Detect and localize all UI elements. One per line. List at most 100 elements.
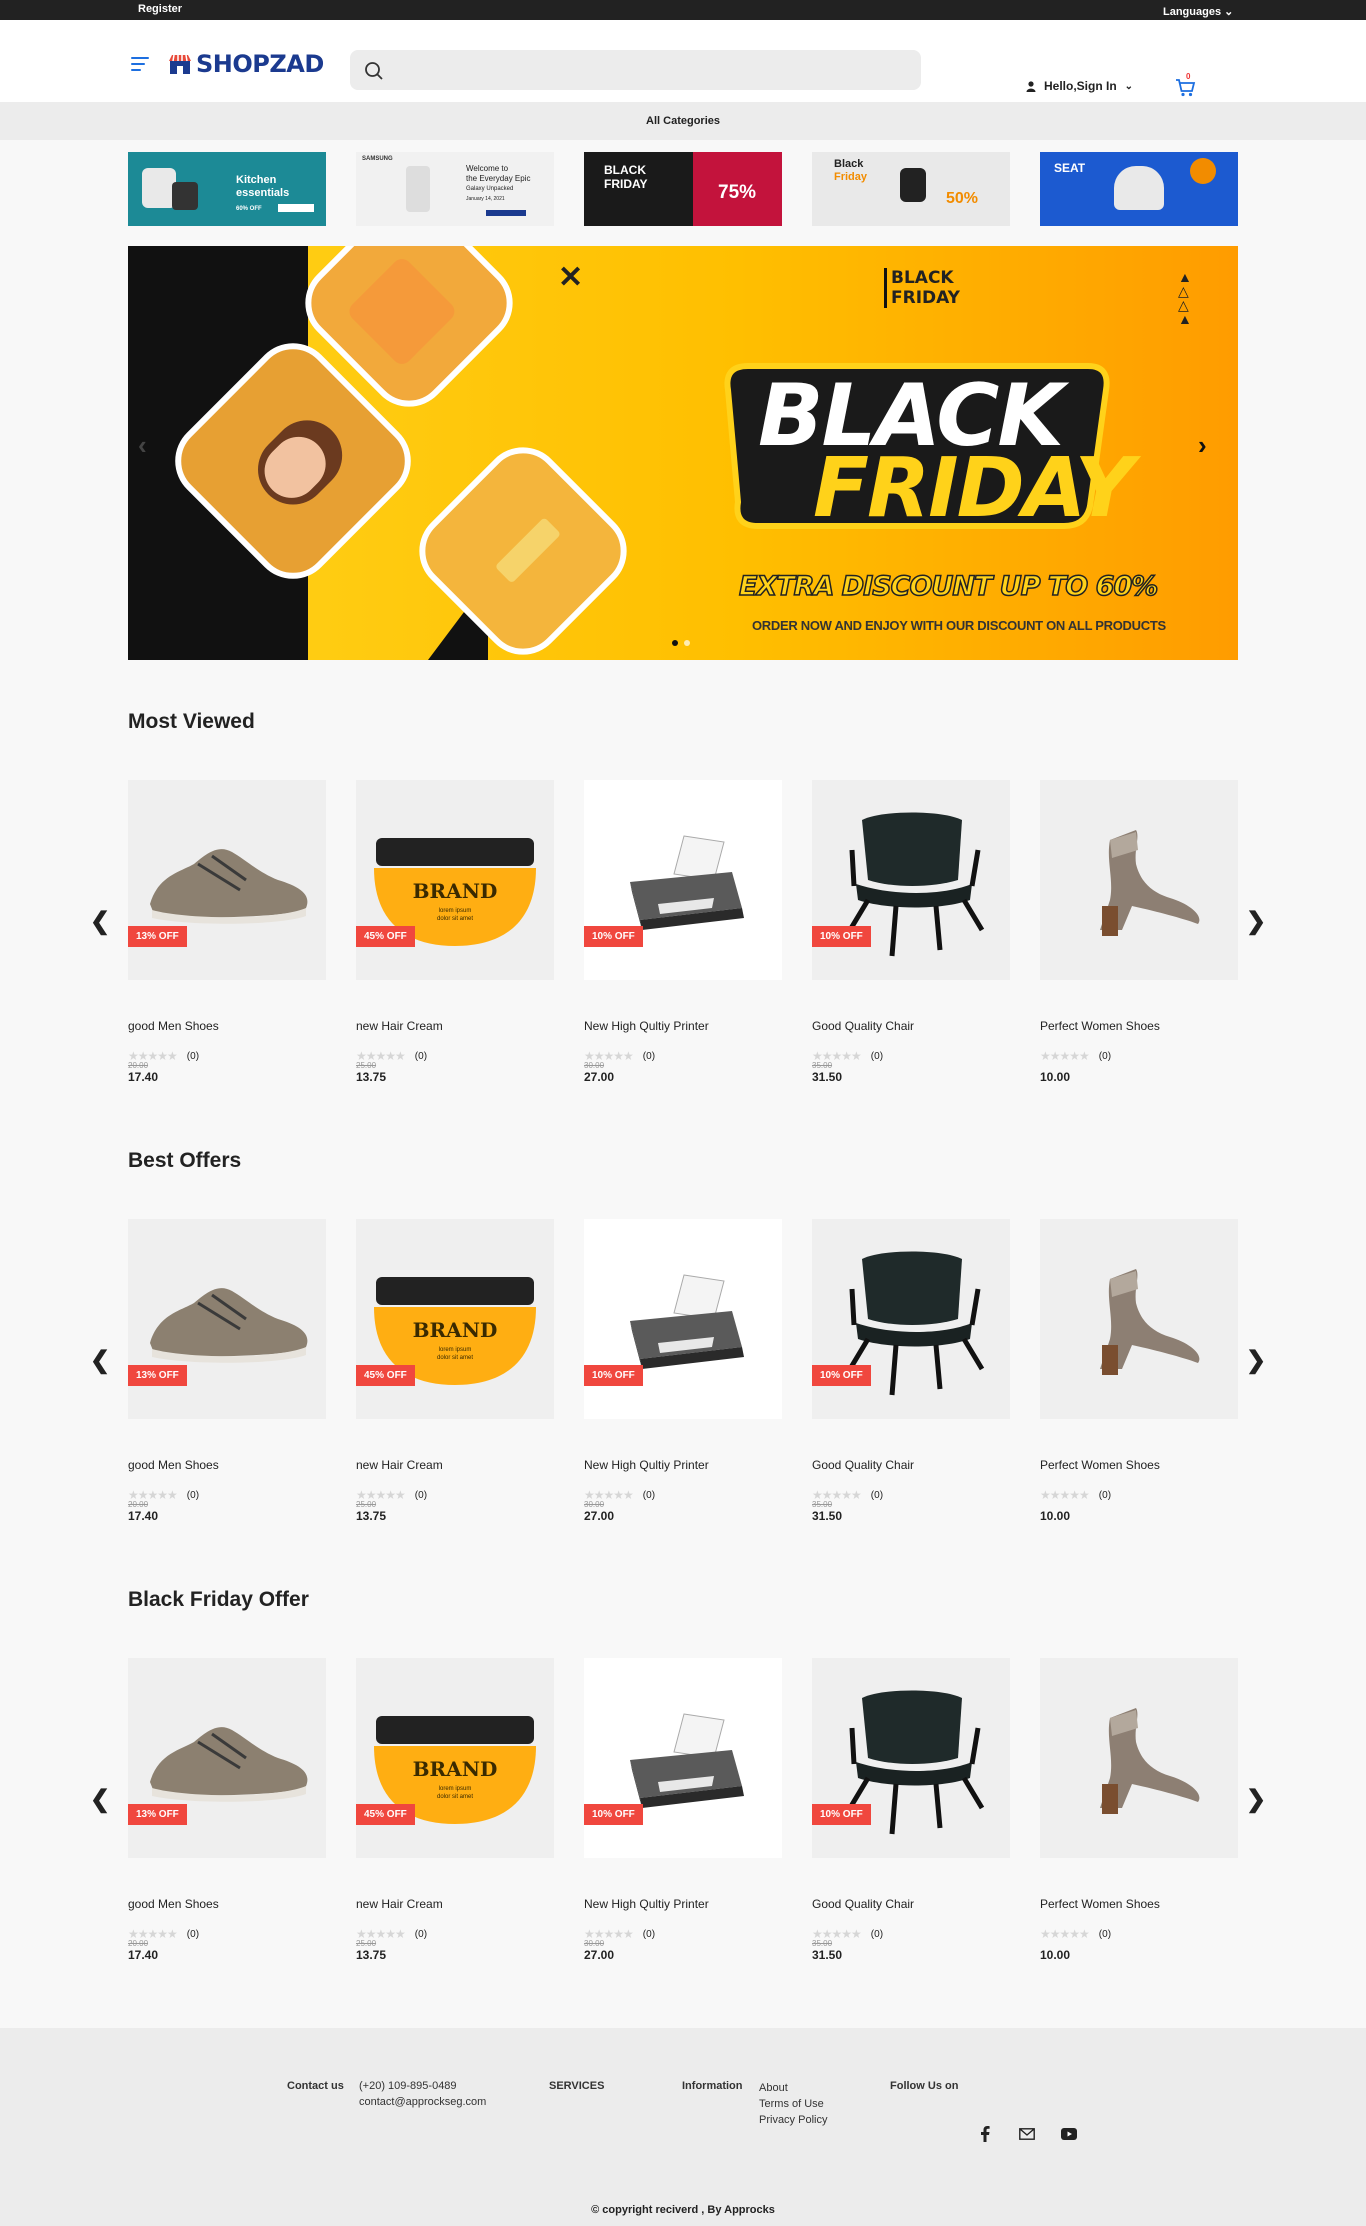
product-card[interactable]: 13% OFF good Men Shoes ★★★★★ (0) 20.00 17.40 <box>128 1658 326 1962</box>
review-count: (0) <box>186 1928 200 1940</box>
carousel-next-arrow[interactable]: ❯ <box>1246 907 1266 936</box>
footer-info-head: Information <box>682 2078 743 2094</box>
privacy-link[interactable]: Privacy Policy <box>759 2112 827 2128</box>
product-image[interactable]: 13% OFF <box>128 1219 326 1419</box>
product-image[interactable] <box>1040 1658 1238 1858</box>
product-image[interactable]: 13% OFF <box>128 1658 326 1858</box>
product-card[interactable]: Perfect Women Shoes ★★★★★ (0) 10.00 <box>1040 1219 1238 1523</box>
product-card[interactable]: Perfect Women Shoes ★★★★★ (0) 10.00 <box>1040 780 1238 1084</box>
mail-icon[interactable] <box>1018 2126 1036 2142</box>
product-image[interactable]: 10% OFF <box>584 1658 782 1858</box>
languages-dropdown[interactable]: Languages ⌄ <box>1163 5 1233 18</box>
promo-kitchen-line2: essentials <box>236 186 290 199</box>
review-count: (0) <box>186 1489 200 1501</box>
product-name[interactable]: Perfect Women Shoes <box>1040 1019 1238 1033</box>
product-name[interactable]: new Hair Cream <box>356 1019 554 1033</box>
svg-text:BRAND: BRAND <box>413 1318 498 1342</box>
carousel-prev-arrow[interactable]: ❮ <box>90 1785 110 1814</box>
price: 10.00 <box>1040 1070 1071 1084</box>
product-card[interactable]: 10% OFF New High Qultiy Printer ★★★★★ (0) 30… <box>584 1658 782 1962</box>
all-categories-label: All Categories <box>646 115 720 127</box>
product-card[interactable]: 10% OFF New High Qultiy Printer ★★★★★ (0) 30… <box>584 1219 782 1523</box>
cart-button[interactable]: 0 <box>1174 72 1196 98</box>
register-link[interactable]: Register <box>138 3 182 15</box>
discount-badge: 45% OFF <box>356 1804 415 1825</box>
services-heading[interactable]: SERVICES <box>549 2080 604 2092</box>
product-card[interactable]: 10% OFF Good Quality Chair ★★★★★ (0) 35.00 31… <box>812 780 1010 1084</box>
hero-next-arrow[interactable]: › <box>1198 430 1207 461</box>
signin-dropdown[interactable]: Hello,Sign In ⌄ <box>1026 79 1133 93</box>
product-name[interactable]: good Men Shoes <box>128 1897 326 1911</box>
hero-dot[interactable] <box>672 640 678 646</box>
copyright: © copyright reciverd , By Approcks <box>591 2204 775 2216</box>
carousel-prev-arrow[interactable]: ❮ <box>90 907 110 936</box>
product-card[interactable]: 13% OFF good Men Shoes ★★★★★ (0) 20.00 17.40 <box>128 1219 326 1523</box>
hero-small-title-line1: BLACK <box>891 268 954 288</box>
hero-prev-arrow[interactable]: ‹ <box>138 430 147 461</box>
promo-samsung-text: Welcome to the Everyday Epic Galaxy Unpack… <box>466 164 530 203</box>
product-name[interactable]: Good Quality Chair <box>812 1897 1010 1911</box>
logo[interactable]: SHOPZAD <box>168 50 324 78</box>
product-name[interactable]: New High Qultiy Printer <box>584 1458 782 1472</box>
promo-kitchen[interactable]: Kitchen essentials 60% OFF <box>128 152 326 226</box>
phone-link[interactable]: (+20) 109-895-0489 <box>359 2078 486 2094</box>
carousel-prev-arrow[interactable]: ❮ <box>90 1346 110 1375</box>
price: 31.50 <box>812 1070 843 1084</box>
review-count: (0) <box>186 1050 200 1062</box>
product-image[interactable]: 10% OFF <box>812 1658 1010 1858</box>
product-image[interactable]: 10% OFF <box>812 780 1010 980</box>
product-name[interactable]: new Hair Cream <box>356 1897 554 1911</box>
all-categories-bar[interactable]: All Categories <box>0 102 1366 140</box>
product-image[interactable] <box>1040 1219 1238 1419</box>
promo-samsung[interactable]: SAMSUNG Welcome to the Everyday Epic Galax… <box>356 152 554 226</box>
product-image[interactable]: BRAND lorem ipsum dolor sit amet 45% OFF <box>356 1219 554 1419</box>
promo-kitchen-tag: 60% OFF <box>236 206 262 212</box>
product-image[interactable]: BRAND lorem ipsum dolor sit amet 45% OFF <box>356 1658 554 1858</box>
email-link[interactable]: contact@approckseg.com <box>359 2094 486 2110</box>
terms-link[interactable]: Terms of Use <box>759 2096 827 2112</box>
facebook-icon[interactable] <box>976 2126 994 2142</box>
carousel-next-arrow[interactable]: ❯ <box>1246 1346 1266 1375</box>
product-name[interactable]: new Hair Cream <box>356 1458 554 1472</box>
hero-pagination <box>672 640 690 646</box>
site-header: SHOPZAD Hello,Sign In ⌄ 0 <box>0 20 1366 102</box>
menu-icon[interactable] <box>131 57 151 71</box>
product-card[interactable]: Perfect Women Shoes ★★★★★ (0) 10.00 <box>1040 1658 1238 1962</box>
top-bar: Register Languages ⌄ <box>0 0 1366 20</box>
search-icon[interactable] <box>364 61 384 81</box>
product-card[interactable]: 10% OFF Good Quality Chair ★★★★★ (0) 35.00 31… <box>812 1219 1010 1523</box>
product-name[interactable]: good Men Shoes <box>128 1019 326 1033</box>
product-image[interactable]: 13% OFF <box>128 780 326 980</box>
product-name[interactable]: Perfect Women Shoes <box>1040 1458 1238 1472</box>
product-name[interactable]: Good Quality Chair <box>812 1019 1010 1033</box>
search-input[interactable] <box>396 50 906 90</box>
youtube-icon[interactable] <box>1060 2126 1078 2142</box>
review-count: (0) <box>870 1489 884 1501</box>
product-card[interactable]: 10% OFF New High Qultiy Printer ★★★★★ (0) 30… <box>584 780 782 1084</box>
product-card[interactable]: 13% OFF good Men Shoes ★★★★★ (0) 20.00 17.40 <box>128 780 326 1084</box>
product-image[interactable] <box>1040 780 1238 980</box>
promo-bf2-line2: Friday <box>834 170 868 183</box>
promo-black-friday-50[interactable]: Black Friday 50% <box>812 152 1010 226</box>
product-card[interactable]: BRAND lorem ipsum dolor sit amet 45% OFF new… <box>356 1658 554 1962</box>
discount-badge: 10% OFF <box>584 926 643 947</box>
promo-black-friday-75[interactable]: BLACK FRIDAY 75% <box>584 152 782 226</box>
close-icon[interactable]: ✕ <box>558 260 583 295</box>
product-name[interactable]: good Men Shoes <box>128 1458 326 1472</box>
price: 31.50 <box>812 1948 843 1962</box>
product-card[interactable]: BRAND lorem ipsum dolor sit amet 45% OFF new… <box>356 780 554 1084</box>
product-image[interactable]: 10% OFF <box>584 780 782 980</box>
carousel-next-arrow[interactable]: ❯ <box>1246 1785 1266 1814</box>
product-image[interactable]: 10% OFF <box>812 1219 1010 1419</box>
product-image[interactable]: 10% OFF <box>584 1219 782 1419</box>
product-image[interactable]: BRAND lorem ipsum dolor sit amet 45% OFF <box>356 780 554 980</box>
product-name[interactable]: Good Quality Chair <box>812 1458 1010 1472</box>
product-name[interactable]: New High Qultiy Printer <box>584 1897 782 1911</box>
product-card[interactable]: 10% OFF Good Quality Chair ★★★★★ (0) 35.00 31… <box>812 1658 1010 1962</box>
hero-dot[interactable] <box>684 640 690 646</box>
promo-seat[interactable]: SEAT <box>1040 152 1238 226</box>
product-name[interactable]: New High Qultiy Printer <box>584 1019 782 1033</box>
product-card[interactable]: BRAND lorem ipsum dolor sit amet 45% OFF new… <box>356 1219 554 1523</box>
product-name[interactable]: Perfect Women Shoes <box>1040 1897 1238 1911</box>
about-link[interactable]: About <box>759 2080 827 2096</box>
